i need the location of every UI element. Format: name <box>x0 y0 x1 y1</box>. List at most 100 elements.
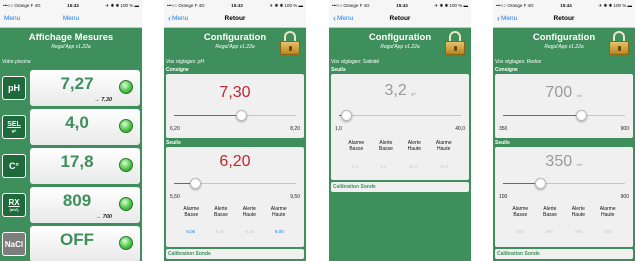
slider-knob[interactable] <box>535 178 547 189</box>
nav-bar: ‹ Menu Retour <box>329 11 471 28</box>
slider-max: 8,20 <box>290 126 300 132</box>
seuils-slider[interactable] <box>174 178 296 189</box>
measure-row-chlorinator[interactable]: NaCl OFF <box>2 224 140 261</box>
section-label: Vos réglages: pH <box>166 59 205 65</box>
slider-knob[interactable] <box>190 178 202 189</box>
alarm-basse-value[interactable]: 6,00 <box>186 229 195 234</box>
alerte-basse-value[interactable]: 6,30 <box>216 229 225 234</box>
status-led-icon <box>119 158 133 172</box>
measure-row-ph[interactable]: pH 7,27 → 7,30 <box>2 68 140 108</box>
chlorinator-icon[interactable]: NaCl <box>2 232 26 256</box>
alarm-haute-value[interactable]: 9,00 <box>275 229 284 234</box>
measure-value: 7,27 <box>60 74 94 93</box>
slider-max: 40,0 <box>455 126 465 132</box>
seuils-card: 3,2 g/l 1,0 40,0 Alarme Basse Alerte Bas… <box>331 74 469 180</box>
alarm-values: 2,4 3,2 33,0 40,0 <box>341 164 459 169</box>
seuils-slider[interactable] <box>339 110 461 121</box>
nav-title[interactable]: Retour <box>164 15 306 22</box>
measure-row-temperature[interactable]: C° 17,8 <box>2 146 140 186</box>
measure-setpoint: → 700 <box>95 214 112 220</box>
consigne-card: 7,30 6,20 8,20 <box>166 74 304 138</box>
nav-title[interactable]: Retour <box>493 15 635 22</box>
battery-indicator: ✈ ✱ ✱ 100 % ▬ <box>434 2 468 8</box>
unlocked-padlock-icon[interactable] <box>609 31 629 55</box>
consigne-slider[interactable] <box>174 110 296 121</box>
alarm-labels: Alarme Basse Alerte Basse Alerte Haute A… <box>505 206 623 218</box>
status-bar: •••○○ Orange F 4G 15:43 ✈ ✱ ✱ 100 % ▬ <box>0 0 142 11</box>
app-version: Regul'App v1.22a <box>51 44 91 50</box>
slider-min: 350 <box>499 126 508 132</box>
alarm-haute-label: Alarme Haute <box>599 206 616 218</box>
measure-box: 7,27 → 7,30 <box>30 70 140 106</box>
measure-box: 809 → 700 <box>30 187 140 223</box>
measure-value: 4,0 <box>65 113 89 132</box>
alarm-basse-value[interactable]: 350 <box>516 229 524 234</box>
nav-title[interactable]: Retour <box>329 15 471 22</box>
slider-max: 900 <box>620 194 629 200</box>
seuils-label: Seuils <box>495 140 510 146</box>
redox-icon[interactable]: RX (mV) <box>2 193 26 217</box>
clock: 15:43 <box>231 3 243 8</box>
seuils-value: 350 <box>545 153 573 170</box>
phone-screen-config-redox: •••○○ Orange F 4G 15:44 ✈ ✱ ✱ 100 % ▬ ‹ M… <box>493 0 635 261</box>
measure-setpoint: → 7,30 <box>94 97 112 103</box>
measure-row-redox[interactable]: RX (mV) 809 → 700 <box>2 185 140 225</box>
temperature-icon[interactable]: C° <box>2 154 26 178</box>
seuils-value-wrap: 3,2 g/l <box>331 82 469 100</box>
consigne-label: Consigne <box>495 67 518 73</box>
alarm-values: 6,00 6,30 8,30 9,00 <box>176 229 294 234</box>
battery-indicator: ✈ ✱ ✱ 100 % ▬ <box>105 2 139 8</box>
battery-indicator: ✈ ✱ ✱ 100 % ▬ <box>269 2 303 8</box>
measure-value: 17,8 <box>60 152 94 171</box>
seuils-header: Seuils <box>164 139 306 147</box>
slider-min: 6,20 <box>170 126 180 132</box>
unlocked-padlock-icon[interactable] <box>280 31 300 55</box>
carrier-label: •••○○ Orange F 4G <box>3 3 41 8</box>
clock: 15:44 <box>560 3 572 8</box>
section-label: Votre piscine <box>2 59 31 65</box>
alarm-haute-value[interactable]: 900 <box>604 229 612 234</box>
nav-title: Menu <box>62 15 80 22</box>
alerte-haute-value[interactable]: 900 <box>575 229 583 234</box>
seuils-slider[interactable] <box>503 178 625 189</box>
salt-icon[interactable]: SEL g/l <box>2 115 26 139</box>
alerte-haute-value[interactable]: 8,30 <box>245 229 254 234</box>
alerte-haute-value[interactable]: 33,0 <box>408 164 417 169</box>
alarm-haute-label: Alarme Haute <box>270 206 287 218</box>
calibration-button[interactable]: Calibration Sonde <box>331 182 469 192</box>
carrier-label: •••○○ Orange F 4G <box>167 3 205 8</box>
alerte-haute-label: Alerte Haute <box>571 206 585 218</box>
alarm-labels: Alarme Basse Alerte Basse Alerte Haute A… <box>176 206 294 218</box>
section-label: Vos réglages: Redox <box>495 59 542 65</box>
screen-header: Configuration Regul'App v1.22a Vos régla… <box>493 28 635 66</box>
slider-min: 5,50 <box>170 194 180 200</box>
alerte-basse-value[interactable]: 350 <box>545 229 553 234</box>
slider-max: 9,50 <box>290 194 300 200</box>
alerte-haute-label: Alerte Haute <box>242 206 256 218</box>
alarm-haute-label: Alarme Haute <box>435 140 452 152</box>
measure-row-salt[interactable]: SEL g/l 4,0 <box>2 107 140 147</box>
seuils-card: 6,20 5,50 9,50 Alarme Basse Alerte Basse… <box>166 147 304 247</box>
slider-knob[interactable] <box>235 110 247 121</box>
consigne-slider[interactable] <box>503 110 625 121</box>
ph-icon[interactable]: pH <box>2 76 26 100</box>
alarm-values: 350 350 900 900 <box>505 229 623 234</box>
clock: 15:43 <box>396 3 408 8</box>
measure-box: 4,0 <box>30 109 140 145</box>
slider-knob[interactable] <box>340 110 352 121</box>
calibration-button[interactable]: Calibration Sonde <box>166 249 304 259</box>
screen-header: Configuration Regul'App v1.22a Vos régla… <box>164 28 306 66</box>
consigne-label: Consigne <box>166 67 189 73</box>
page-title: Affichage Mesures <box>28 32 114 43</box>
seuils-label: Seuils <box>331 67 346 73</box>
alarm-haute-value[interactable]: 40,0 <box>439 164 448 169</box>
alerte-basse-value[interactable]: 3,2 <box>380 164 386 169</box>
alarm-basse-value[interactable]: 2,4 <box>352 164 358 169</box>
consigne-value: 700 <box>545 84 573 101</box>
calibration-button[interactable]: Calibration Sonde <box>495 249 633 259</box>
seuils-value: 6,20 <box>219 153 251 170</box>
slider-knob[interactable] <box>575 110 587 121</box>
unlocked-padlock-icon[interactable] <box>445 31 465 55</box>
consigne-value: 7,30 <box>219 84 251 101</box>
seuils-label: Seuils <box>166 140 181 146</box>
